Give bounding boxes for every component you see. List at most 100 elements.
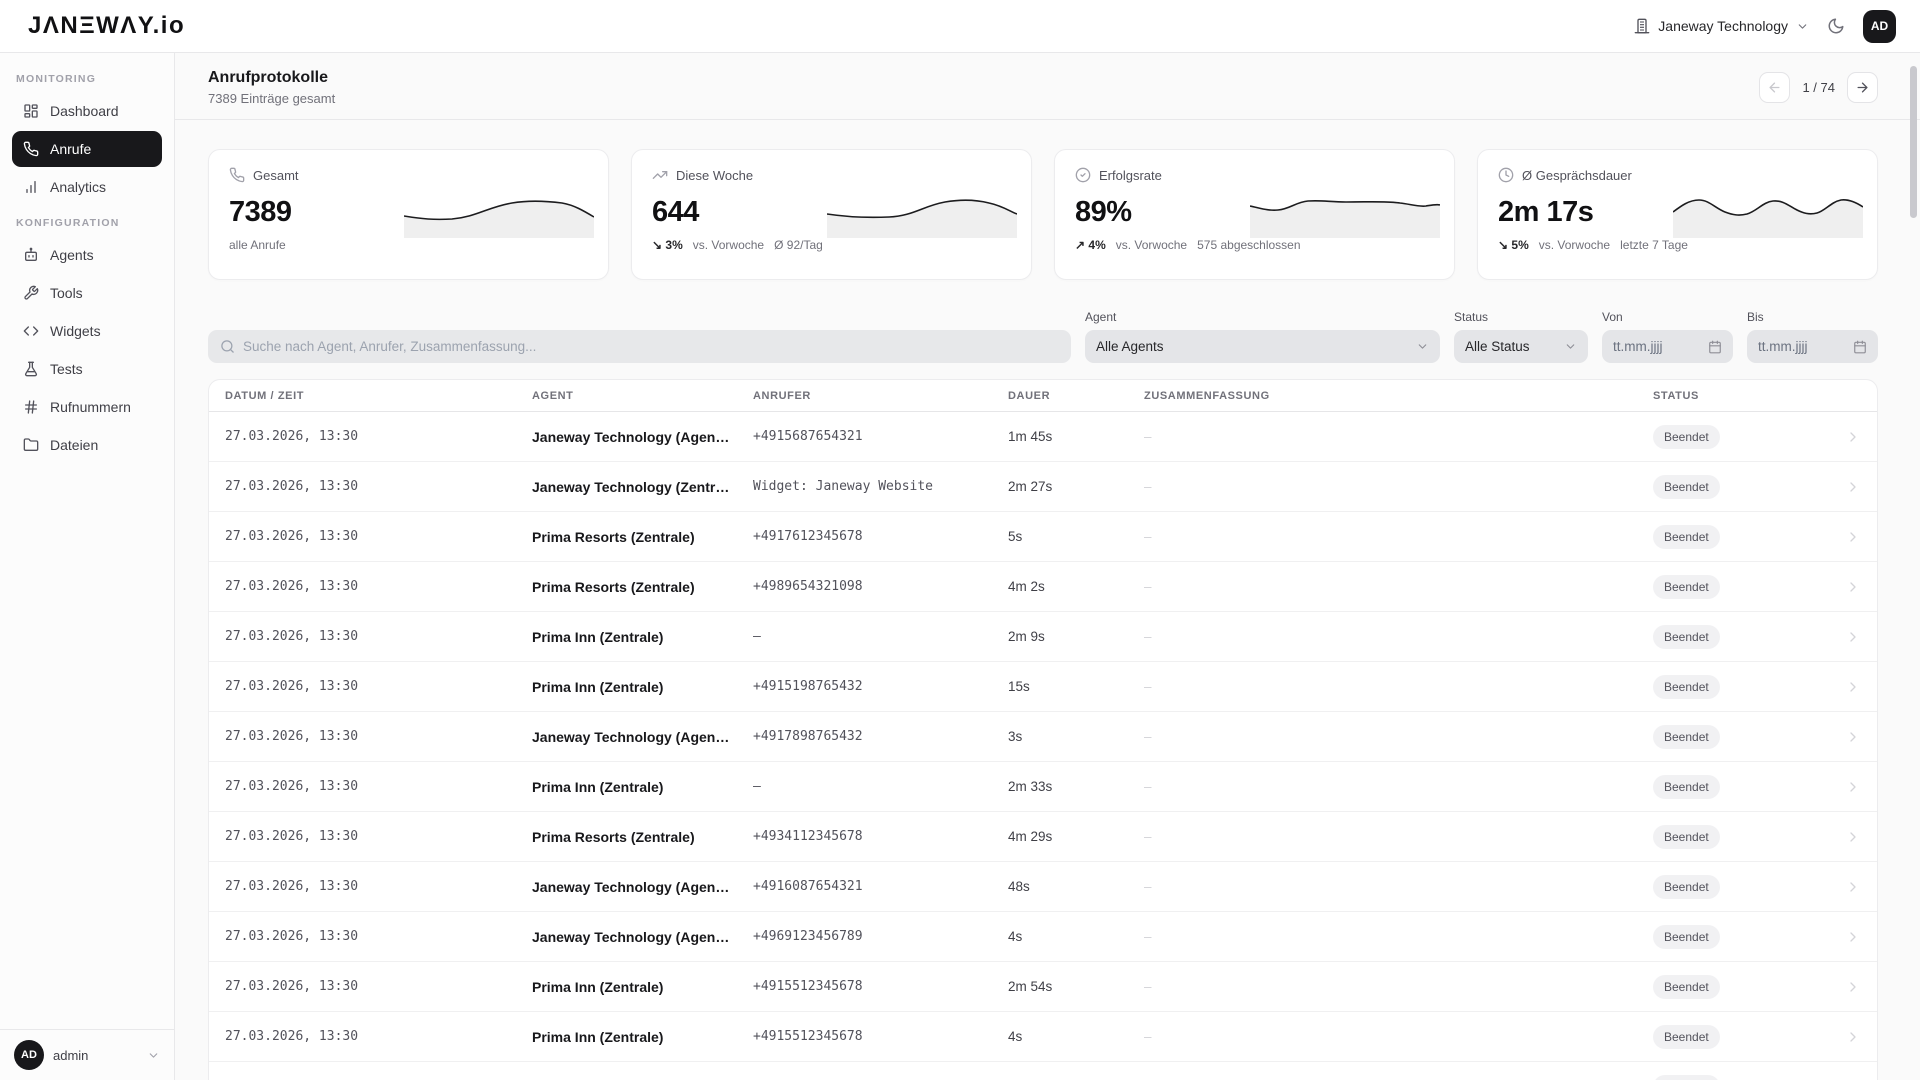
sparkline-chart	[404, 200, 594, 238]
cell-agent: Prima Inn (Zentrale)	[532, 678, 664, 695]
nav-item-label: Rufnummern	[50, 399, 131, 415]
table-row[interactable]: 27.03.2026, 13:30 Janeway Technology (Ze…	[209, 462, 1877, 512]
page-count: 1 / 74	[1802, 80, 1835, 95]
sidebar-item-tools[interactable]: Tools	[12, 275, 162, 311]
cell-caller: Widget: Janeway Website	[753, 479, 934, 494]
sparkline-chart	[827, 199, 1017, 238]
cell-datetime: 27.03.2026, 13:30	[225, 779, 359, 794]
cell-caller: –	[753, 629, 761, 644]
chevron-right-icon	[1845, 879, 1861, 895]
pagination: 1 / 74	[1759, 72, 1878, 103]
nav-item-label: Tests	[50, 361, 83, 377]
nav-item-label: Agents	[50, 247, 94, 263]
cell-duration: 4m 29s	[1008, 829, 1053, 844]
org-switcher[interactable]: Janeway Technology	[1634, 18, 1809, 34]
stat-card-label: Gesamt	[253, 167, 299, 183]
table-row[interactable]: 27.03.2026, 13:30 Prima Resorts (Zentral…	[209, 812, 1877, 862]
sidebar-item-analytics[interactable]: Analytics	[12, 169, 162, 205]
column-header: STATUS	[1653, 389, 1699, 402]
app-logo: JΛNΞWΛY.io	[28, 12, 186, 39]
table-row[interactable]: 27.03.2026, 13:30 Janeway Technology (Ag…	[209, 862, 1877, 912]
sidebar-item-agents[interactable]: Agents	[12, 237, 162, 273]
prev-page-button[interactable]	[1759, 72, 1791, 103]
dark-mode-toggle[interactable]	[1827, 17, 1845, 35]
stat-card-subtext: ↘ 5% vs. Vorwoche letzte 7 Tage	[1498, 238, 1688, 252]
sidebar-user-menu[interactable]: AD admin	[0, 1029, 174, 1080]
sidebar-item-widgets[interactable]: Widgets	[12, 313, 162, 349]
cell-summary: –	[1144, 729, 1152, 744]
agent-filter-label: Agent	[1085, 310, 1117, 324]
chevron-down-icon	[1796, 20, 1809, 33]
phone-icon	[229, 167, 245, 183]
clock-icon	[1498, 167, 1514, 183]
cell-agent: Prima Resorts (Zentrale)	[532, 528, 695, 545]
user-avatar-small: AD	[14, 1040, 44, 1070]
nav-section-label: KONFIGURATION	[16, 217, 120, 229]
cell-datetime: 27.03.2026, 13:30	[225, 1029, 359, 1044]
cell-caller: +4915512345678	[753, 1029, 863, 1044]
cell-caller: +4917612345678	[753, 529, 863, 544]
cell-agent: Janeway Technology (Agen…	[532, 728, 730, 745]
table-row[interactable]: 27.03.2026, 13:30 Prima Inn (Zentrale) +…	[209, 1012, 1877, 1062]
nav-item-label: Dateien	[50, 437, 99, 453]
cell-duration: 15s	[1008, 679, 1030, 694]
folder-icon	[23, 437, 39, 453]
stat-cards: Gesamt 7389 alle Anrufe Diese Woche 644 …	[208, 149, 1878, 280]
table-row[interactable]: 27.03.2026, 13:30 Prima Inn (Zentrale) –…	[209, 612, 1877, 662]
cell-summary: –	[1144, 679, 1152, 694]
chart-icon	[23, 179, 39, 195]
status-filter-select[interactable]: Alle Status	[1454, 330, 1588, 363]
cell-datetime: 27.03.2026, 13:30	[225, 829, 359, 844]
status-badge: Beendet	[1653, 974, 1720, 999]
cell-agent: Janeway Technology (Agen…	[532, 928, 730, 945]
status-badge: Beendet	[1653, 524, 1720, 549]
code-icon	[23, 323, 39, 339]
table-row[interactable]: 27.03.2026, 13:30 Prima Resorts (Zentral…	[209, 562, 1877, 612]
stat-card-subtext: ↘ 3% vs. Vorwoche Ø 92/Tag	[652, 238, 823, 252]
agent-filter-select[interactable]: Alle Agents	[1085, 330, 1440, 363]
table-row[interactable]: 27.03.2026, 13:30 Prima Inn (Zentrale) +…	[209, 662, 1877, 712]
sidebar-item-tests[interactable]: Tests	[12, 351, 162, 387]
table-row[interactable]: 27.03.2026, 13:30 Janeway Technology (Ag…	[209, 712, 1877, 762]
next-page-button[interactable]	[1847, 72, 1878, 103]
table-row[interactable]: 27.03.2026, 13:30 Janeway Technology (Ag…	[209, 912, 1877, 962]
chevron-right-icon	[1845, 679, 1861, 695]
nav-section-label: MONITORING	[16, 73, 97, 85]
page-subtitle: 7389 Einträge gesamt	[208, 91, 336, 106]
table-row[interactable]: 27.03.2026, 13:30 Prima Inn (Zentrale) –…	[209, 1062, 1877, 1080]
hash-icon	[23, 399, 39, 415]
calendar-icon	[1708, 340, 1722, 354]
building-icon	[1634, 18, 1650, 34]
cell-summary: –	[1144, 479, 1152, 494]
search-input[interactable]	[243, 339, 1059, 354]
cell-summary: –	[1144, 629, 1152, 644]
sidebar-item-rufnummern[interactable]: Rufnummern	[12, 389, 162, 425]
cell-duration: 4s	[1008, 1029, 1023, 1044]
column-header: DATUM / ZEIT	[225, 389, 305, 402]
search-box	[208, 330, 1071, 363]
sidebar-item-anrufe[interactable]: Anrufe	[12, 131, 162, 167]
sidebar-item-dateien[interactable]: Dateien	[12, 427, 162, 463]
scrollbar-thumb[interactable]	[1910, 66, 1917, 218]
nav-item-label: Widgets	[50, 323, 101, 339]
table-row[interactable]: 27.03.2026, 13:30 Prima Inn (Zentrale) +…	[209, 962, 1877, 1012]
table-row[interactable]: 27.03.2026, 13:30 Janeway Technology (Ag…	[209, 412, 1877, 462]
column-header: AGENT	[532, 389, 574, 402]
cell-duration: 2m 33s	[1008, 779, 1053, 794]
status-badge: Beendet	[1653, 674, 1720, 699]
stat-card-label: Erfolgsrate	[1099, 167, 1162, 183]
table-row[interactable]: 27.03.2026, 13:30 Prima Inn (Zentrale) –…	[209, 762, 1877, 812]
table-row[interactable]: 27.03.2026, 13:30 Prima Resorts (Zentral…	[209, 512, 1877, 562]
chevron-right-icon	[1845, 579, 1861, 595]
date-from-input[interactable]: tt.mm.jjjj	[1602, 330, 1733, 363]
cell-duration: 3s	[1008, 729, 1023, 744]
page-header: Anrufprotokolle 7389 Einträge gesamt 1 /…	[175, 53, 1920, 120]
cell-datetime: 27.03.2026, 13:30	[225, 529, 359, 544]
sidebar-item-dashboard[interactable]: Dashboard	[12, 93, 162, 129]
cell-caller: +4969123456789	[753, 929, 863, 944]
user-avatar[interactable]: AD	[1863, 9, 1896, 43]
date-to-input[interactable]: tt.mm.jjjj	[1747, 330, 1878, 363]
nav-item-label: Dashboard	[50, 103, 119, 119]
stat-card-subtext: alle Anrufe	[229, 238, 286, 252]
cell-duration: 1m 45s	[1008, 429, 1053, 444]
